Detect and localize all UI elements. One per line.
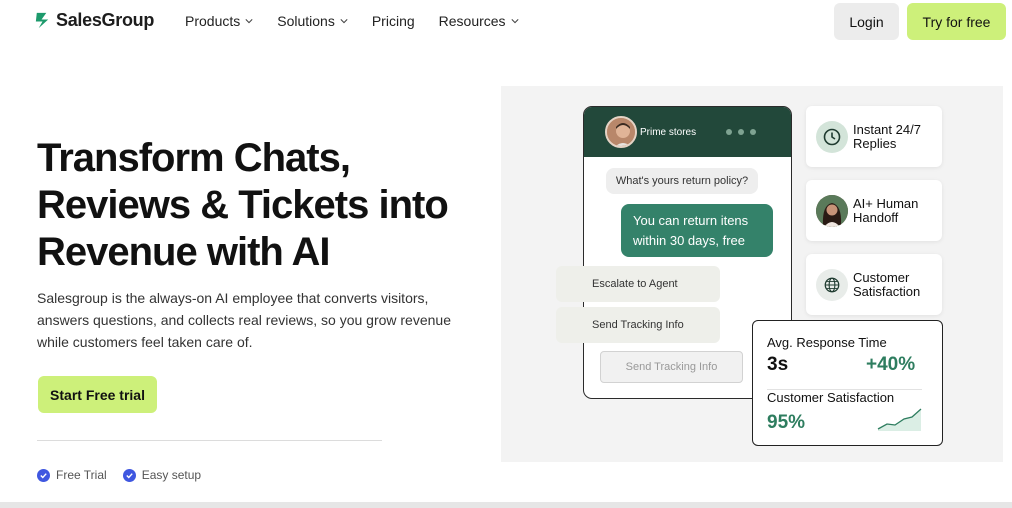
clock-icon [816,120,848,153]
feature-card-instant-replies: Instant 24/7 Replies [806,106,942,167]
feature-card-human-handoff: AI+ Human Handoff [806,180,942,241]
start-free-trial-button[interactable]: Start Free trial [38,376,157,413]
card-label: Customer Satisfaction [853,269,921,299]
avg-response-time-value: 3s [767,354,789,375]
customer-satisfaction-label: Customer Satisfaction [767,390,895,405]
brand-logo[interactable]: SalesGroup [33,10,154,31]
more-options-icon[interactable] [726,129,757,135]
try-for-free-button[interactable]: Try for free [907,3,1006,40]
menu-item-label: Solutions [277,13,335,29]
store-name: Prime stores [640,126,697,138]
avatar [816,194,848,227]
feature-list: Free Trial Easy setup [37,468,201,482]
stats-card: Avg. Response Time 3s +40% Customer Sati… [752,320,943,446]
avg-response-time-label: Avg. Response Time [767,335,887,350]
feature-card-customer-satisfaction: Customer Satisfaction [806,254,942,315]
main-menu: Products Solutions Pricing Resources [185,13,543,29]
divider [37,440,382,441]
menu-item-resources[interactable]: Resources [439,13,519,29]
globe-icon [816,268,848,301]
menu-item-products[interactable]: Products [185,13,253,29]
feature-label: Free Trial [56,468,107,482]
menu-item-label: Resources [438,13,506,29]
feature-item: Free Trial [37,468,107,482]
customer-message: What's yours return policy? [606,168,758,194]
login-button[interactable]: Login [834,3,899,40]
chat-header: Prime stores [584,107,791,157]
chevron-down-icon [510,19,519,24]
card-label: AI+ Human Handoff [853,195,919,225]
chevron-down-icon [340,19,348,24]
top-navigation: SalesGroup Products Solutions Pricing Re… [0,0,1012,42]
chevron-down-icon [245,19,253,24]
feature-item: Easy setup [122,468,202,482]
logo-mark-icon [35,12,49,29]
escalate-to-agent-button[interactable]: Escalate to Agent [556,266,720,302]
next-section-edge [0,502,1012,508]
hero-headline: Transform Chats, Reviews & Tickets into … [37,136,449,274]
trend-sparkline-icon [877,408,922,431]
chat-input[interactable]: Send Tracking Info [600,351,743,383]
card-label: Instant 24/7 Replies [853,121,921,151]
menu-item-solutions[interactable]: Solutions [277,13,348,29]
response-change-value: +40% [866,354,916,375]
send-tracking-info-button[interactable]: Send Tracking Info [556,307,720,343]
brand-name: SalesGroup [56,10,155,30]
check-icon [122,468,136,482]
bot-reply-message: You can return itens within 30 days, fre… [621,204,773,257]
menu-item-label: Pricing [371,13,415,29]
menu-item-pricing[interactable]: Pricing [372,13,415,29]
customer-satisfaction-value: 95% [767,412,806,433]
feature-label: Easy setup [141,468,202,482]
check-icon [37,468,50,482]
hero-subtext: Salesgroup is the always-on AI employee … [37,290,451,350]
menu-item-label: Products [185,13,241,29]
avatar [605,116,637,148]
